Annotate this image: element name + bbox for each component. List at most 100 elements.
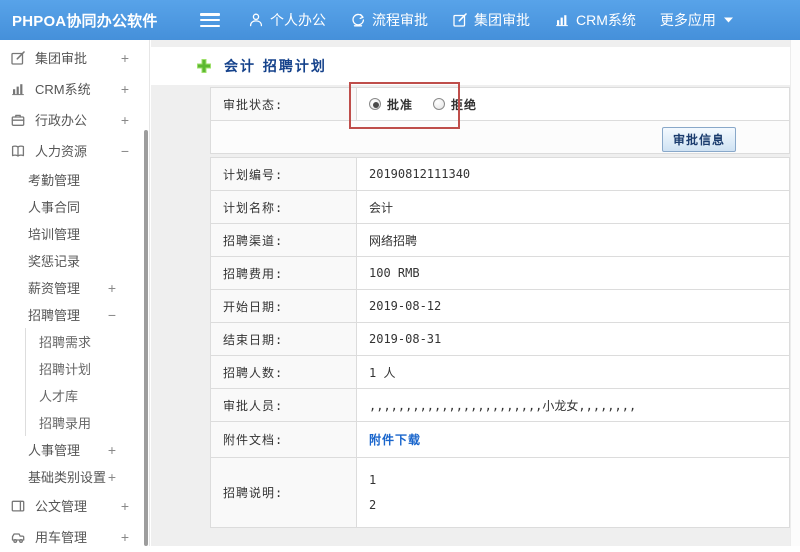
attachment-download-link[interactable]: 附件下载 <box>369 431 421 448</box>
sidebar-item-recruit-plan[interactable]: 招聘计划 <box>25 355 149 382</box>
field-value-text: 2019-08-31 <box>369 332 442 346</box>
approval-status-label: 审批状态: <box>211 88 357 120</box>
top-nav-label: 集团审批 <box>474 12 530 28</box>
field-value-text: 会计 <box>369 200 394 215</box>
field-value-line: 2 <box>369 497 377 512</box>
sidebar-item-document-mgmt[interactable]: 公文管理 + <box>0 490 149 521</box>
hamburger-menu-icon[interactable] <box>200 13 220 27</box>
process-icon <box>350 12 366 28</box>
page-title: 会计 招聘计划 <box>224 59 327 75</box>
field-value-text: ,,,,,,,,,,,,,,,,,,,,,,,,小龙女,,,,,,,, <box>369 398 637 413</box>
sidebar-item-label: 奖惩记录 <box>28 254 81 269</box>
sidebar-item-label: 招聘管理 <box>28 308 81 323</box>
page-scrollbar-track[interactable] <box>790 40 800 546</box>
expand-toggle[interactable]: − <box>108 308 116 322</box>
approval-radio-group: 批准 拒绝 <box>357 88 789 120</box>
detail-table: 计划编号: 20190812111340 计划名称: 会计 招聘渠道: 网络招聘 招聘费用:… <box>210 157 790 528</box>
field-value-text: 20190812111340 <box>369 167 471 181</box>
field-row-recruit-count: 招聘人数: 1 人 <box>210 356 790 389</box>
app-logo[interactable]: PHPOA协同办公软件 <box>0 10 157 31</box>
expand-toggle[interactable]: + <box>108 443 116 457</box>
sidebar: 集团审批 + CRM系统 + 行政办公 + 人力资源 − 考勤管理人事合同 培训管理奖惩记录薪资管… <box>0 40 150 546</box>
top-nav-crm-system[interactable]: CRM系统 <box>554 10 636 30</box>
sidebar-item-base-category-settings[interactable]: 基础类别设置 + <box>0 463 149 490</box>
document-icon <box>10 498 26 514</box>
top-nav-process-approval[interactable]: 流程审批 <box>350 10 428 30</box>
sidebar-item-human-resources[interactable]: 人力资源 − <box>0 135 149 166</box>
field-label: 计划名称: <box>211 191 357 223</box>
radio-option-approve[interactable]: 批准 <box>369 96 413 113</box>
field-label: 结束日期: <box>211 323 357 355</box>
sidebar-item-label: 人力资源 <box>35 144 88 159</box>
expand-toggle[interactable]: + <box>108 470 116 484</box>
radio-label: 批准 <box>387 97 414 112</box>
top-nav-personal-office[interactable]: 个人办公 <box>248 10 326 30</box>
expand-toggle[interactable]: + <box>121 82 129 96</box>
expand-toggle[interactable]: + <box>121 51 129 65</box>
radio-approve-icon[interactable] <box>369 98 381 110</box>
field-value-text: 2019-08-12 <box>369 299 442 313</box>
field-row-plan-name: 计划名称: 会计 <box>210 191 790 224</box>
sidebar-item-reward-punishment[interactable]: 奖惩记录 <box>0 247 149 274</box>
sidebar-item-group-approval[interactable]: 集团审批 + <box>0 42 149 73</box>
caret-down-icon <box>723 17 733 23</box>
top-nav-label: 流程审批 <box>372 12 428 28</box>
sidebar-item-hr-contract[interactable]: 人事合同 <box>0 193 149 220</box>
sidebar-item-recruit-hiring[interactable]: 招聘录用 <box>25 409 149 436</box>
approval-info-button[interactable]: 审批信息 <box>661 127 736 152</box>
top-nav-label: CRM系统 <box>576 12 636 28</box>
approval-button-row: 审批信息 <box>210 121 790 154</box>
top-nav: 个人办公 流程审批 集团审批 CRM系统 更多应用 <box>248 10 733 30</box>
top-nav-more-apps[interactable]: 更多应用 <box>660 10 733 30</box>
field-value: 附件下载 <box>357 422 789 457</box>
field-label: 审批人员: <box>211 389 357 421</box>
field-label: 招聘人数: <box>211 356 357 388</box>
field-value-text: 100 RMB <box>369 266 420 280</box>
approval-section: 审批状态: 批准 拒绝 审批信息 <box>210 87 790 154</box>
sidebar-scrollbar[interactable] <box>144 130 148 546</box>
top-nav-label: 更多应用 <box>659 12 716 28</box>
field-label: 招聘渠道: <box>211 224 357 256</box>
sidebar-item-vehicle-mgmt[interactable]: 用车管理 + <box>0 521 149 552</box>
field-value: 2019-08-31 <box>357 323 789 355</box>
expand-toggle[interactable]: + <box>121 499 129 513</box>
field-label: 开始日期: <box>211 290 357 322</box>
expand-toggle[interactable]: + <box>121 113 129 127</box>
sidebar-item-label: 招聘录用 <box>39 416 92 431</box>
sidebar-item-salary-mgmt[interactable]: 薪资管理 + <box>0 274 149 301</box>
bar-chart-icon <box>10 81 26 97</box>
sidebar-item-training-mgmt[interactable]: 培训管理 <box>0 220 149 247</box>
field-value: 2019-08-12 <box>357 290 789 322</box>
sidebar-item-recruit-mgmt[interactable]: 招聘管理 − <box>0 301 149 328</box>
field-value: ,,,,,,,,,,,,,,,,,,,,,,,,小龙女,,,,,,,, <box>357 389 789 421</box>
edit-square-icon <box>452 12 468 28</box>
expand-toggle[interactable]: + <box>121 530 129 544</box>
approval-status-row: 审批状态: 批准 拒绝 <box>210 87 790 121</box>
sidebar-item-personnel-mgmt[interactable]: 人事管理 + <box>0 436 149 463</box>
main-content: 会计 招聘计划 审批状态: 批准 拒绝 审批信息 计划编号: 20190812111… <box>151 40 800 546</box>
field-value-text: 1 人 <box>369 365 396 380</box>
field-value: 1 人 <box>357 356 789 388</box>
radio-reject-icon[interactable] <box>433 98 446 110</box>
expand-toggle[interactable]: − <box>121 144 129 158</box>
sidebar-item-label: 公文管理 <box>35 499 88 514</box>
field-label: 招聘说明: <box>211 458 357 527</box>
field-value: 会计 <box>357 191 789 223</box>
sidebar-item-attendance-mgmt[interactable]: 考勤管理 <box>0 166 149 193</box>
radio-option-reject[interactable]: 拒绝 <box>433 96 477 113</box>
field-label: 附件文档: <box>211 422 357 457</box>
expand-toggle[interactable]: + <box>108 281 116 295</box>
sidebar-item-crm-system[interactable]: CRM系统 + <box>0 73 149 104</box>
sidebar-item-label: 人才库 <box>39 389 79 404</box>
field-value: 网络招聘 <box>357 224 789 256</box>
add-icon[interactable] <box>196 58 212 74</box>
bar-chart-icon <box>554 12 570 28</box>
sidebar-item-recruit-demand[interactable]: 招聘需求 <box>25 328 149 355</box>
sidebar-item-label: 招聘计划 <box>39 362 92 377</box>
sidebar-item-label: 考勤管理 <box>28 173 81 188</box>
field-label: 招聘费用: <box>211 257 357 289</box>
sidebar-menu: 集团审批 + CRM系统 + 行政办公 + 人力资源 − 考勤管理人事合同 培训管理奖惩记录薪资管… <box>0 42 149 552</box>
sidebar-item-talent-pool[interactable]: 人才库 <box>25 382 149 409</box>
top-nav-group-approval[interactable]: 集团审批 <box>452 10 530 30</box>
sidebar-item-admin-office[interactable]: 行政办公 + <box>0 104 149 135</box>
